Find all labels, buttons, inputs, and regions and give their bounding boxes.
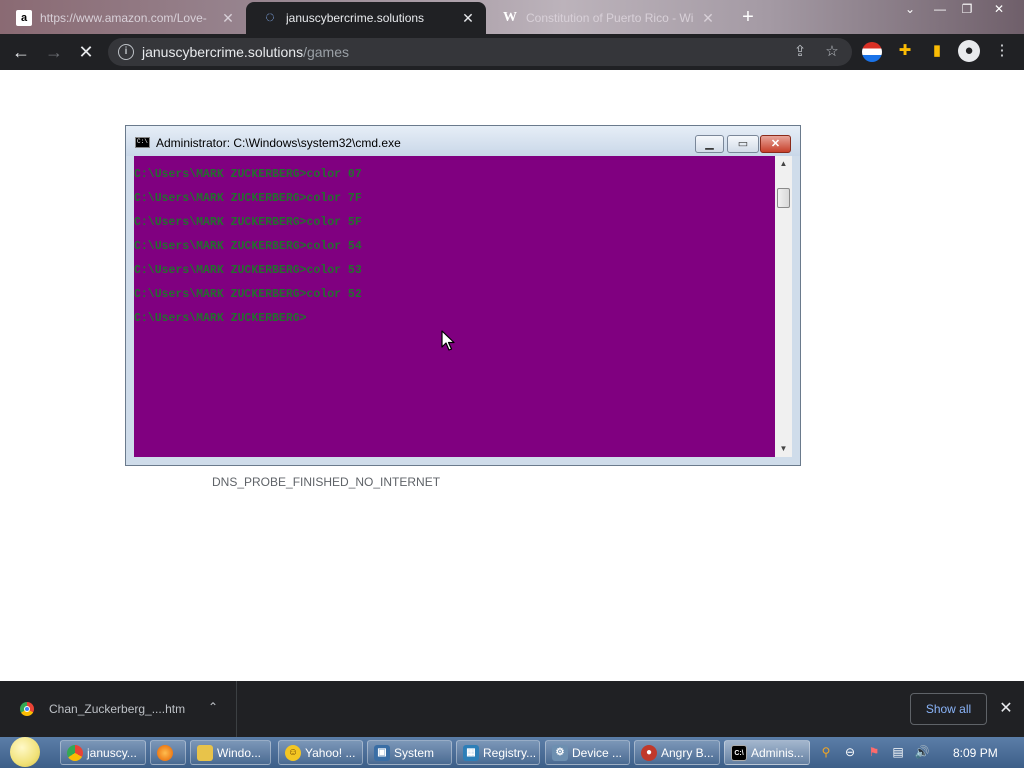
system-clock[interactable]: 8:09 PM <box>953 746 998 760</box>
taskbar-item-registry[interactable]: ▦ Registry... <box>456 740 540 765</box>
page-content: C:\ Administrator: C:\Windows\system32\c… <box>0 70 1024 681</box>
network-icon[interactable]: ▤ <box>890 744 906 760</box>
taskbar-label: Windo... <box>217 745 262 760</box>
forward-button[interactable]: → <box>42 40 66 64</box>
show-all-button[interactable]: Show all <box>910 693 987 725</box>
tray-minus-icon[interactable]: ⊖ <box>842 744 858 760</box>
volume-icon[interactable]: 🔊 <box>914 744 930 760</box>
tab-search-icon[interactable]: ⌄ <box>895 0 925 18</box>
tab-januscybercrime[interactable]: ◌ januscybercrime.solutions ✕ <box>246 2 486 34</box>
scroll-up-arrow-icon[interactable]: ▲ <box>775 156 792 172</box>
cmd-maximize-button[interactable]: ▭ <box>727 135 759 153</box>
url-path: /games <box>303 44 349 60</box>
new-tab-button[interactable]: + <box>737 6 759 28</box>
action-center-flag-icon[interactable]: ⚑ <box>866 744 882 760</box>
cmd-close-button[interactable]: ✕ <box>760 135 791 153</box>
angry-birds-icon: ● <box>641 744 657 761</box>
console-line: C:\Users\MARK ZUCKERBERG>color 7F <box>134 192 362 205</box>
scroll-down-arrow-icon[interactable]: ▼ <box>775 441 792 457</box>
bookmark-star-icon[interactable]: ☆ <box>822 42 842 62</box>
taskbar-label: Yahoo! ... <box>305 745 356 760</box>
console-line: C:\Users\MARK ZUCKERBERG>color 07 <box>134 168 362 181</box>
tab-label: januscybercrime.solutions <box>286 11 425 25</box>
console-output[interactable]: C:\Users\MARK ZUCKERBERG>color 07 C:\Use… <box>134 156 775 457</box>
console-line: C:\Users\MARK ZUCKERBERG>color 53 <box>134 264 362 277</box>
loading-spinner-icon: ◌ <box>265 9 275 26</box>
start-orb-icon <box>10 737 40 767</box>
start-button[interactable] <box>6 737 48 768</box>
taskbar-item-firefox[interactable] <box>150 740 186 765</box>
close-window-button[interactable]: ✕ <box>984 0 1014 18</box>
stop-loading-button[interactable]: ✕ <box>74 40 98 64</box>
share-icon[interactable]: ⇪ <box>790 42 810 62</box>
error-code: DNS_PROBE_FINISHED_NO_INTERNET <box>212 475 441 489</box>
taskbar-item-device-manager[interactable]: ⚙ Device ... <box>545 740 630 765</box>
site-info-icon[interactable]: i <box>118 44 134 60</box>
firefox-icon <box>157 744 173 761</box>
taskbar-label: januscy... <box>87 745 137 760</box>
amazon-icon: a <box>16 10 32 26</box>
device-manager-icon: ⚙ <box>552 744 568 761</box>
close-tab-icon[interactable]: ✕ <box>220 10 236 27</box>
yahoo-messenger-icon: ☺ <box>285 744 301 761</box>
console-prompt: C:\Users\MARK ZUCKERBERG> <box>134 312 307 325</box>
close-download-shelf-icon[interactable]: ✕ <box>996 699 1016 719</box>
side-panel-icon[interactable]: ▮ <box>926 40 948 62</box>
cmd-titlebar[interactable]: C:\ Administrator: C:\Windows\system32\c… <box>126 126 800 156</box>
close-tab-icon[interactable]: ✕ <box>460 10 476 27</box>
wikipedia-icon: W <box>503 10 517 25</box>
taskbar-label: Adminis... <box>751 745 804 760</box>
url-host: januscybercrime.solutions <box>142 44 304 60</box>
download-item[interactable]: Chan_Zuckerberg_....htm ⌃ <box>0 681 237 737</box>
back-button[interactable]: ← <box>9 40 33 64</box>
cmd-window[interactable]: C:\ Administrator: C:\Windows\system32\c… <box>125 125 801 466</box>
scroll-thumb[interactable] <box>777 188 790 208</box>
console-line: C:\Users\MARK ZUCKERBERG>color 52 <box>134 288 362 301</box>
address-bar[interactable]: i januscybercrime.solutions/games ⇪ ☆ <box>108 38 852 66</box>
taskbar-label: System <box>394 745 435 760</box>
taskbar-item-angry-birds[interactable]: ● Angry B... <box>634 740 720 765</box>
tab-strip: a https://www.amazon.com/Love- ✕ ◌ janus… <box>0 0 1024 34</box>
close-tab-icon[interactable]: ✕ <box>700 10 716 27</box>
tab-amazon[interactable]: a https://www.amazon.com/Love- ✕ <box>0 2 246 34</box>
chrome-icon <box>67 744 83 761</box>
taskbar-item-yahoo[interactable]: ☺ Yahoo! ... <box>278 740 363 765</box>
extensions-puzzle-icon[interactable]: ✚ <box>894 40 916 62</box>
taskbar-label: Angry B... <box>661 745 714 760</box>
registry-icon: ▦ <box>463 744 479 761</box>
console-scrollbar[interactable]: ▲ ▼ <box>775 156 792 457</box>
windows-taskbar: januscy... Windo... ☺ Yahoo! ... ▣ Syste… <box>0 737 1024 768</box>
cmd-title: Administrator: C:\Windows\system32\cmd.e… <box>156 136 401 150</box>
minimize-button[interactable]: — <box>925 0 955 18</box>
menu-kebab-icon[interactable]: ⋮ <box>991 40 1013 62</box>
folder-icon <box>197 744 213 761</box>
restore-button[interactable]: ❐ <box>952 0 982 18</box>
chevron-up-icon[interactable]: ⌃ <box>205 699 221 715</box>
search-magnifier-icon[interactable]: ⚲ <box>818 744 834 760</box>
profile-avatar-icon[interactable]: ● <box>958 40 980 62</box>
taskbar-label: Device ... <box>572 745 623 760</box>
download-file-name: Chan_Zuckerberg_....htm <box>49 702 186 716</box>
taskbar-item-cmd[interactable]: C:\ Adminis... <box>724 740 810 765</box>
taskbar-item-system[interactable]: ▣ System <box>367 740 452 765</box>
download-shelf: Chan_Zuckerberg_....htm ⌃ Show all ✕ <box>0 681 1024 737</box>
tab-wikipedia[interactable]: W Constitution of Puerto Rico - Wi ✕ <box>486 2 726 34</box>
mouse-cursor-icon <box>441 330 455 351</box>
tab-label: https://www.amazon.com/Love- <box>40 11 207 25</box>
cmd-minimize-button[interactable]: ▁ <box>695 135 724 153</box>
console-line: C:\Users\MARK ZUCKERBERG>color 54 <box>134 240 362 253</box>
console-line: C:\Users\MARK ZUCKERBERG>color 5F <box>134 216 362 229</box>
chrome-file-icon <box>20 702 34 716</box>
system-icon: ▣ <box>374 744 390 761</box>
tab-label: Constitution of Puerto Rico - Wi <box>526 11 694 25</box>
taskbar-item-explorer[interactable]: Windo... <box>190 740 271 765</box>
taskbar-item-chrome[interactable]: januscy... <box>60 740 146 765</box>
taskbar-label: Registry... <box>483 745 537 760</box>
url-text[interactable]: januscybercrime.solutions/games <box>142 44 349 60</box>
cmd-icon: C:\ <box>731 744 747 761</box>
cmd-window-icon: C:\ <box>135 137 150 148</box>
extension-flag-icon[interactable] <box>862 42 882 62</box>
